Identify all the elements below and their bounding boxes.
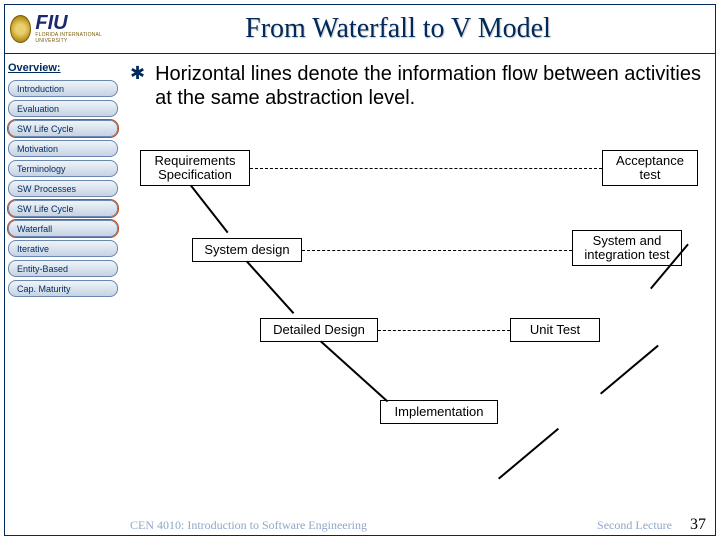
sidebar-item-10[interactable]: Cap. Maturity — [8, 280, 118, 297]
box-implementation-label: Implementation — [395, 405, 484, 419]
footer-page: 37 — [690, 516, 706, 534]
box-system-integration-label: System andintegration test — [584, 234, 669, 263]
footer-lecture: Second Lecture — [597, 518, 672, 533]
dash-level2 — [302, 250, 572, 251]
box-requirements: RequirementsSpecification — [140, 150, 250, 186]
logo-main: FIU — [35, 14, 110, 32]
dash-level1 — [250, 168, 602, 169]
sidebar-item-3[interactable]: Motivation — [8, 140, 118, 157]
v-model-diagram: RequirementsSpecification Acceptancetest… — [130, 150, 710, 500]
sidebar-item-5[interactable]: SW Processes — [8, 180, 118, 197]
sidebar-item-1[interactable]: Evaluation — [8, 100, 118, 117]
bullet-text: Horizontal lines denote the information … — [155, 62, 708, 110]
header: FIU FLORIDA INTERNATIONAL UNIVERSITY Fro… — [4, 4, 716, 54]
fiu-logo: FIU FLORIDA INTERNATIONAL UNIVERSITY — [10, 5, 110, 53]
sidebar-item-6[interactable]: SW Life Cycle — [8, 200, 118, 217]
box-unit-test-label: Unit Test — [530, 323, 580, 337]
dash-level3 — [378, 330, 510, 331]
line-l3 — [320, 341, 388, 402]
sidebar-item-2[interactable]: SW Life Cycle — [8, 120, 118, 137]
box-implementation: Implementation — [380, 400, 498, 424]
asterisk-icon: ✱ — [130, 64, 145, 82]
box-system-integration: System andintegration test — [572, 230, 682, 266]
content: ✱ Horizontal lines denote the informatio… — [130, 60, 708, 110]
footer-course: CEN 4010: Introduction to Software Engin… — [130, 518, 367, 533]
box-requirements-label: RequirementsSpecification — [155, 154, 236, 183]
line-l2 — [246, 261, 294, 314]
line-r2 — [600, 345, 658, 394]
box-acceptance: Acceptancetest — [602, 150, 698, 186]
box-detailed-design: Detailed Design — [260, 318, 378, 342]
box-unit-test: Unit Test — [510, 318, 600, 342]
box-system-design: System design — [192, 238, 302, 262]
sidebar-item-7[interactable]: Waterfall — [8, 220, 118, 237]
sidebar-item-9[interactable]: Entity-Based — [8, 260, 118, 277]
sidebar-item-4[interactable]: Terminology — [8, 160, 118, 177]
fiu-seal-icon — [10, 15, 31, 43]
logo-sub: FLORIDA INTERNATIONAL UNIVERSITY — [35, 32, 110, 44]
sidebar: Overview: Introduction Evaluation SW Life … — [8, 60, 118, 300]
box-detailed-design-label: Detailed Design — [273, 323, 365, 337]
sidebar-section-label: Overview: — [8, 62, 118, 74]
page-title: From Waterfall to V Model — [110, 13, 716, 45]
box-system-design-label: System design — [204, 243, 289, 257]
line-r3 — [498, 428, 559, 479]
bullet-row: ✱ Horizontal lines denote the informatio… — [130, 62, 708, 110]
footer: CEN 4010: Introduction to Software Engin… — [130, 516, 706, 534]
sidebar-item-0[interactable]: Introduction — [8, 80, 118, 97]
sidebar-item-8[interactable]: Iterative — [8, 240, 118, 257]
line-l1 — [190, 185, 228, 233]
box-acceptance-label: Acceptancetest — [616, 154, 684, 183]
